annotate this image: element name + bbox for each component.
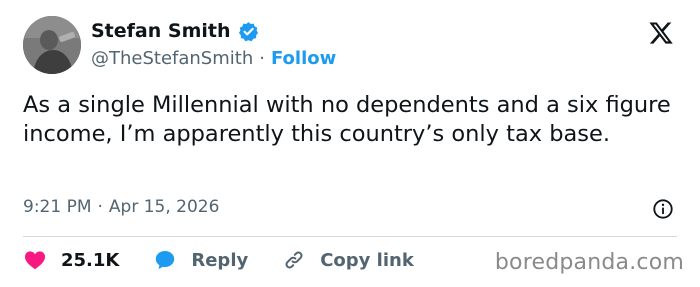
verified-badge-icon [238, 21, 258, 41]
handle-row: @TheStefanSmith · Follow [91, 48, 336, 69]
copy-link-button[interactable]: Copy link [282, 248, 414, 272]
user-handle[interactable]: @TheStefanSmith [91, 48, 253, 69]
link-icon [285, 251, 303, 269]
speech-bubble-icon [156, 251, 175, 269]
reply-label: Reply [191, 249, 249, 271]
divider [23, 236, 677, 237]
tweet-timestamp[interactable]: 9:21 PM · Apr 15, 2026 [23, 197, 219, 217]
like-button[interactable]: 25.1K [23, 248, 119, 272]
tweet-time: 9:21 PM [23, 197, 92, 217]
info-icon[interactable] [652, 198, 674, 220]
watermark: boredpanda.com [494, 250, 684, 275]
tweet-text: As a single Millennial with no dependent… [23, 92, 671, 147]
avatar[interactable] [23, 16, 81, 74]
x-logo-icon[interactable] [648, 20, 674, 46]
timestamp-separator: · [97, 197, 103, 217]
avatar-photo [23, 16, 81, 74]
author-name-row: Stefan Smith [91, 20, 259, 42]
handle-separator: · [259, 48, 265, 69]
tweet-date: Apr 15, 2026 [108, 197, 220, 217]
follow-button[interactable]: Follow [271, 48, 336, 69]
display-name[interactable]: Stefan Smith [91, 20, 231, 42]
copy-link-label: Copy link [320, 249, 414, 271]
heart-icon [25, 251, 45, 270]
action-bar: 25.1K Reply Copy link [23, 248, 414, 272]
reply-button[interactable]: Reply [153, 248, 248, 272]
like-count: 25.1K [61, 249, 120, 271]
